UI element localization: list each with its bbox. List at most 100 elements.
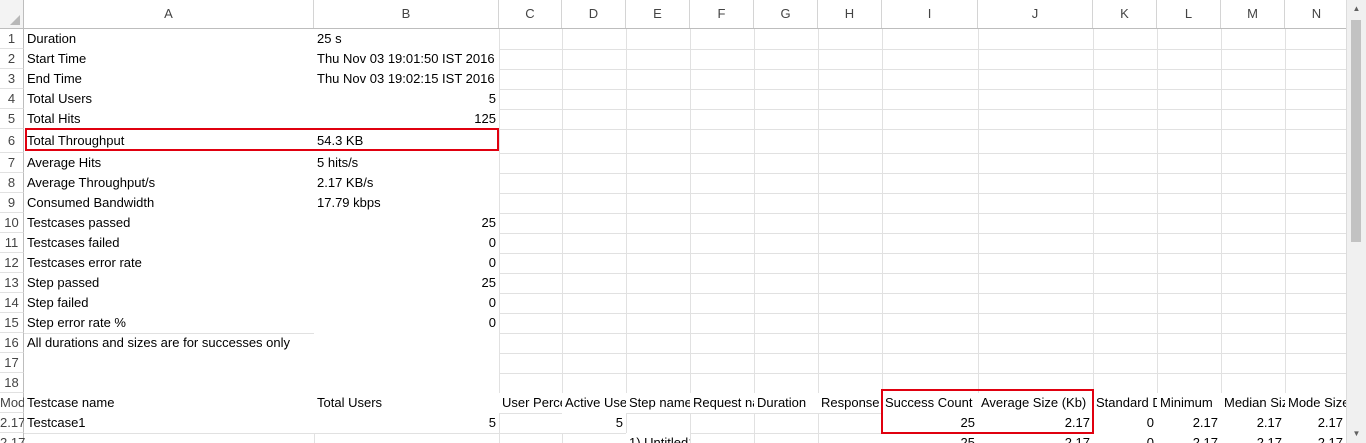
scrollbar-thumb[interactable] <box>1351 20 1361 242</box>
row-number-11[interactable]: 11 <box>0 233 24 253</box>
cell-b12[interactable]: 0 <box>314 253 499 273</box>
row-number-17[interactable]: 17 <box>0 353 24 373</box>
cell-i21[interactable]: 25 <box>882 433 978 443</box>
cell-a17[interactable] <box>24 353 314 373</box>
row-number-16[interactable]: 16 <box>0 333 24 353</box>
cell-j20[interactable]: 2.17 <box>978 413 1093 433</box>
cell-h19[interactable]: Response <box>818 393 882 413</box>
cell-l19[interactable]: Minimum <box>1157 393 1221 413</box>
row-number-1[interactable]: 1 <box>0 29 24 49</box>
row-number-6[interactable]: 6 <box>0 129 24 153</box>
column-header-g[interactable]: G <box>754 0 818 28</box>
cell-i20[interactable]: 25 <box>882 413 978 433</box>
column-header-j[interactable]: J <box>978 0 1093 28</box>
cell-c19[interactable]: User Percentage <box>499 393 562 413</box>
row-number-20[interactable]: 2.17 <box>0 413 25 433</box>
cell-m19[interactable]: Median Size <box>1221 393 1285 413</box>
cell-k21[interactable]: 0 <box>1093 433 1157 443</box>
cell-b10[interactable]: 25 <box>314 213 499 233</box>
column-header-c[interactable]: C <box>499 0 562 28</box>
cell-b6[interactable]: 54.3 KB <box>314 129 499 153</box>
cell-a10[interactable]: Testcases passed <box>24 213 314 233</box>
cell-a1[interactable]: Duration <box>24 29 314 49</box>
row-number-15[interactable]: 15 <box>0 313 24 333</box>
cell-b9[interactable]: 17.79 kbps <box>314 193 499 213</box>
row-number-10[interactable]: 10 <box>0 213 24 233</box>
cell-b2[interactable]: Thu Nov 03 19:01:50 IST 2016 <box>314 49 499 69</box>
cell-a13[interactable]: Step passed <box>24 273 314 293</box>
cell-a3[interactable]: End Time <box>24 69 314 89</box>
scroll-up-arrow-icon[interactable]: ▲ <box>1347 0 1366 18</box>
row-number-18[interactable]: 18 <box>0 373 24 393</box>
cell-a12[interactable]: Testcases error rate <box>24 253 314 273</box>
column-header-l[interactable]: L <box>1157 0 1221 28</box>
cell-b4[interactable]: 5 <box>314 89 499 109</box>
cell-m21[interactable]: 2.17 <box>1221 433 1285 443</box>
row-number-2[interactable]: 2 <box>0 49 24 69</box>
row-number-8[interactable]: 8 <box>0 173 24 193</box>
column-header-a[interactable]: A <box>24 0 314 28</box>
cell-l21[interactable]: 2.17 <box>1157 433 1221 443</box>
select-all-corner[interactable] <box>0 0 24 28</box>
cell-b1[interactable]: 25 s <box>314 29 499 49</box>
cell-a19[interactable]: Testcase name <box>24 393 314 413</box>
cell-k20[interactable]: 0 <box>1093 413 1157 433</box>
cell-a9[interactable]: Consumed Bandwidth <box>24 193 314 213</box>
column-header-k[interactable]: K <box>1093 0 1157 28</box>
cell-f19[interactable]: Request name <box>690 393 754 413</box>
cell-n19[interactable]: Mode Size <box>1285 393 1346 413</box>
cell-a8[interactable]: Average Throughput/s <box>24 173 314 193</box>
cell-b17[interactable] <box>314 353 499 373</box>
column-header-f[interactable]: F <box>690 0 754 28</box>
cell-a18[interactable] <box>24 373 314 393</box>
cell-b20[interactable]: 5 <box>314 413 499 433</box>
cell-j21[interactable]: 2.17 <box>978 433 1093 443</box>
column-header-m[interactable]: M <box>1221 0 1285 28</box>
cell-b18[interactable] <box>314 373 499 393</box>
cell-e19[interactable]: Step name <box>626 393 690 413</box>
cell-n21[interactable]: 2.17 <box>1285 433 1346 443</box>
row-number-9[interactable]: 9 <box>0 193 24 213</box>
row-number-21[interactable]: 2.17 <box>0 433 25 443</box>
column-header-d[interactable]: D <box>562 0 626 28</box>
cell-g19[interactable]: Duration <box>754 393 818 413</box>
column-header-i[interactable]: I <box>882 0 978 28</box>
row-number-3[interactable]: 3 <box>0 69 24 89</box>
cell-i19[interactable]: Success Count <box>882 393 978 413</box>
cell-b11[interactable]: 0 <box>314 233 499 253</box>
cell-j19[interactable]: Average Size (Kb) <box>978 393 1093 413</box>
cell-d19[interactable]: Active Users <box>562 393 626 413</box>
cell-n20[interactable]: 2.17 <box>1285 413 1346 433</box>
cell-a7[interactable]: Average Hits <box>24 153 314 173</box>
row-number-13[interactable]: 13 <box>0 273 24 293</box>
cell-a20[interactable]: Testcase1 <box>24 413 314 433</box>
cell-a2[interactable]: Start Time <box>24 49 314 69</box>
cell-d20[interactable]: 5 <box>562 413 626 433</box>
cell-a16[interactable]: All durations and sizes are for successe… <box>24 333 314 353</box>
cell-l20[interactable]: 2.17 <box>1157 413 1221 433</box>
row-number-7[interactable]: 7 <box>0 153 24 173</box>
cell-a14[interactable]: Step failed <box>24 293 314 313</box>
cell-a11[interactable]: Testcases failed <box>24 233 314 253</box>
cell-a5[interactable]: Total Hits <box>24 109 314 129</box>
cell-b5[interactable]: 125 <box>314 109 499 129</box>
vertical-scrollbar[interactable]: ▲ ▼ <box>1346 0 1366 443</box>
row-number-4[interactable]: 4 <box>0 89 24 109</box>
cell-k19[interactable]: Standard Deviation <box>1093 393 1157 413</box>
scroll-down-arrow-icon[interactable]: ▼ <box>1347 425 1366 443</box>
cell-b14[interactable]: 0 <box>314 293 499 313</box>
row-number-5[interactable]: 5 <box>0 109 24 129</box>
cell-b13[interactable]: 25 <box>314 273 499 293</box>
column-header-e[interactable]: E <box>626 0 690 28</box>
column-header-n[interactable]: N <box>1285 0 1346 28</box>
cell-b15[interactable]: 0 <box>314 313 499 333</box>
row-number-14[interactable]: 14 <box>0 293 24 313</box>
cell-e21[interactable]: 1) Untitled1 <box>626 433 690 443</box>
cell-a4[interactable]: Total Users <box>24 89 314 109</box>
cell-b7[interactable]: 5 hits/s <box>314 153 499 173</box>
cell-b8[interactable]: 2.17 KB/s <box>314 173 499 193</box>
cell-a15[interactable]: Step error rate % <box>24 313 314 333</box>
cell-b19[interactable]: Total Users <box>314 393 499 413</box>
cell-m20[interactable]: 2.17 <box>1221 413 1285 433</box>
column-header-h[interactable]: H <box>818 0 882 28</box>
